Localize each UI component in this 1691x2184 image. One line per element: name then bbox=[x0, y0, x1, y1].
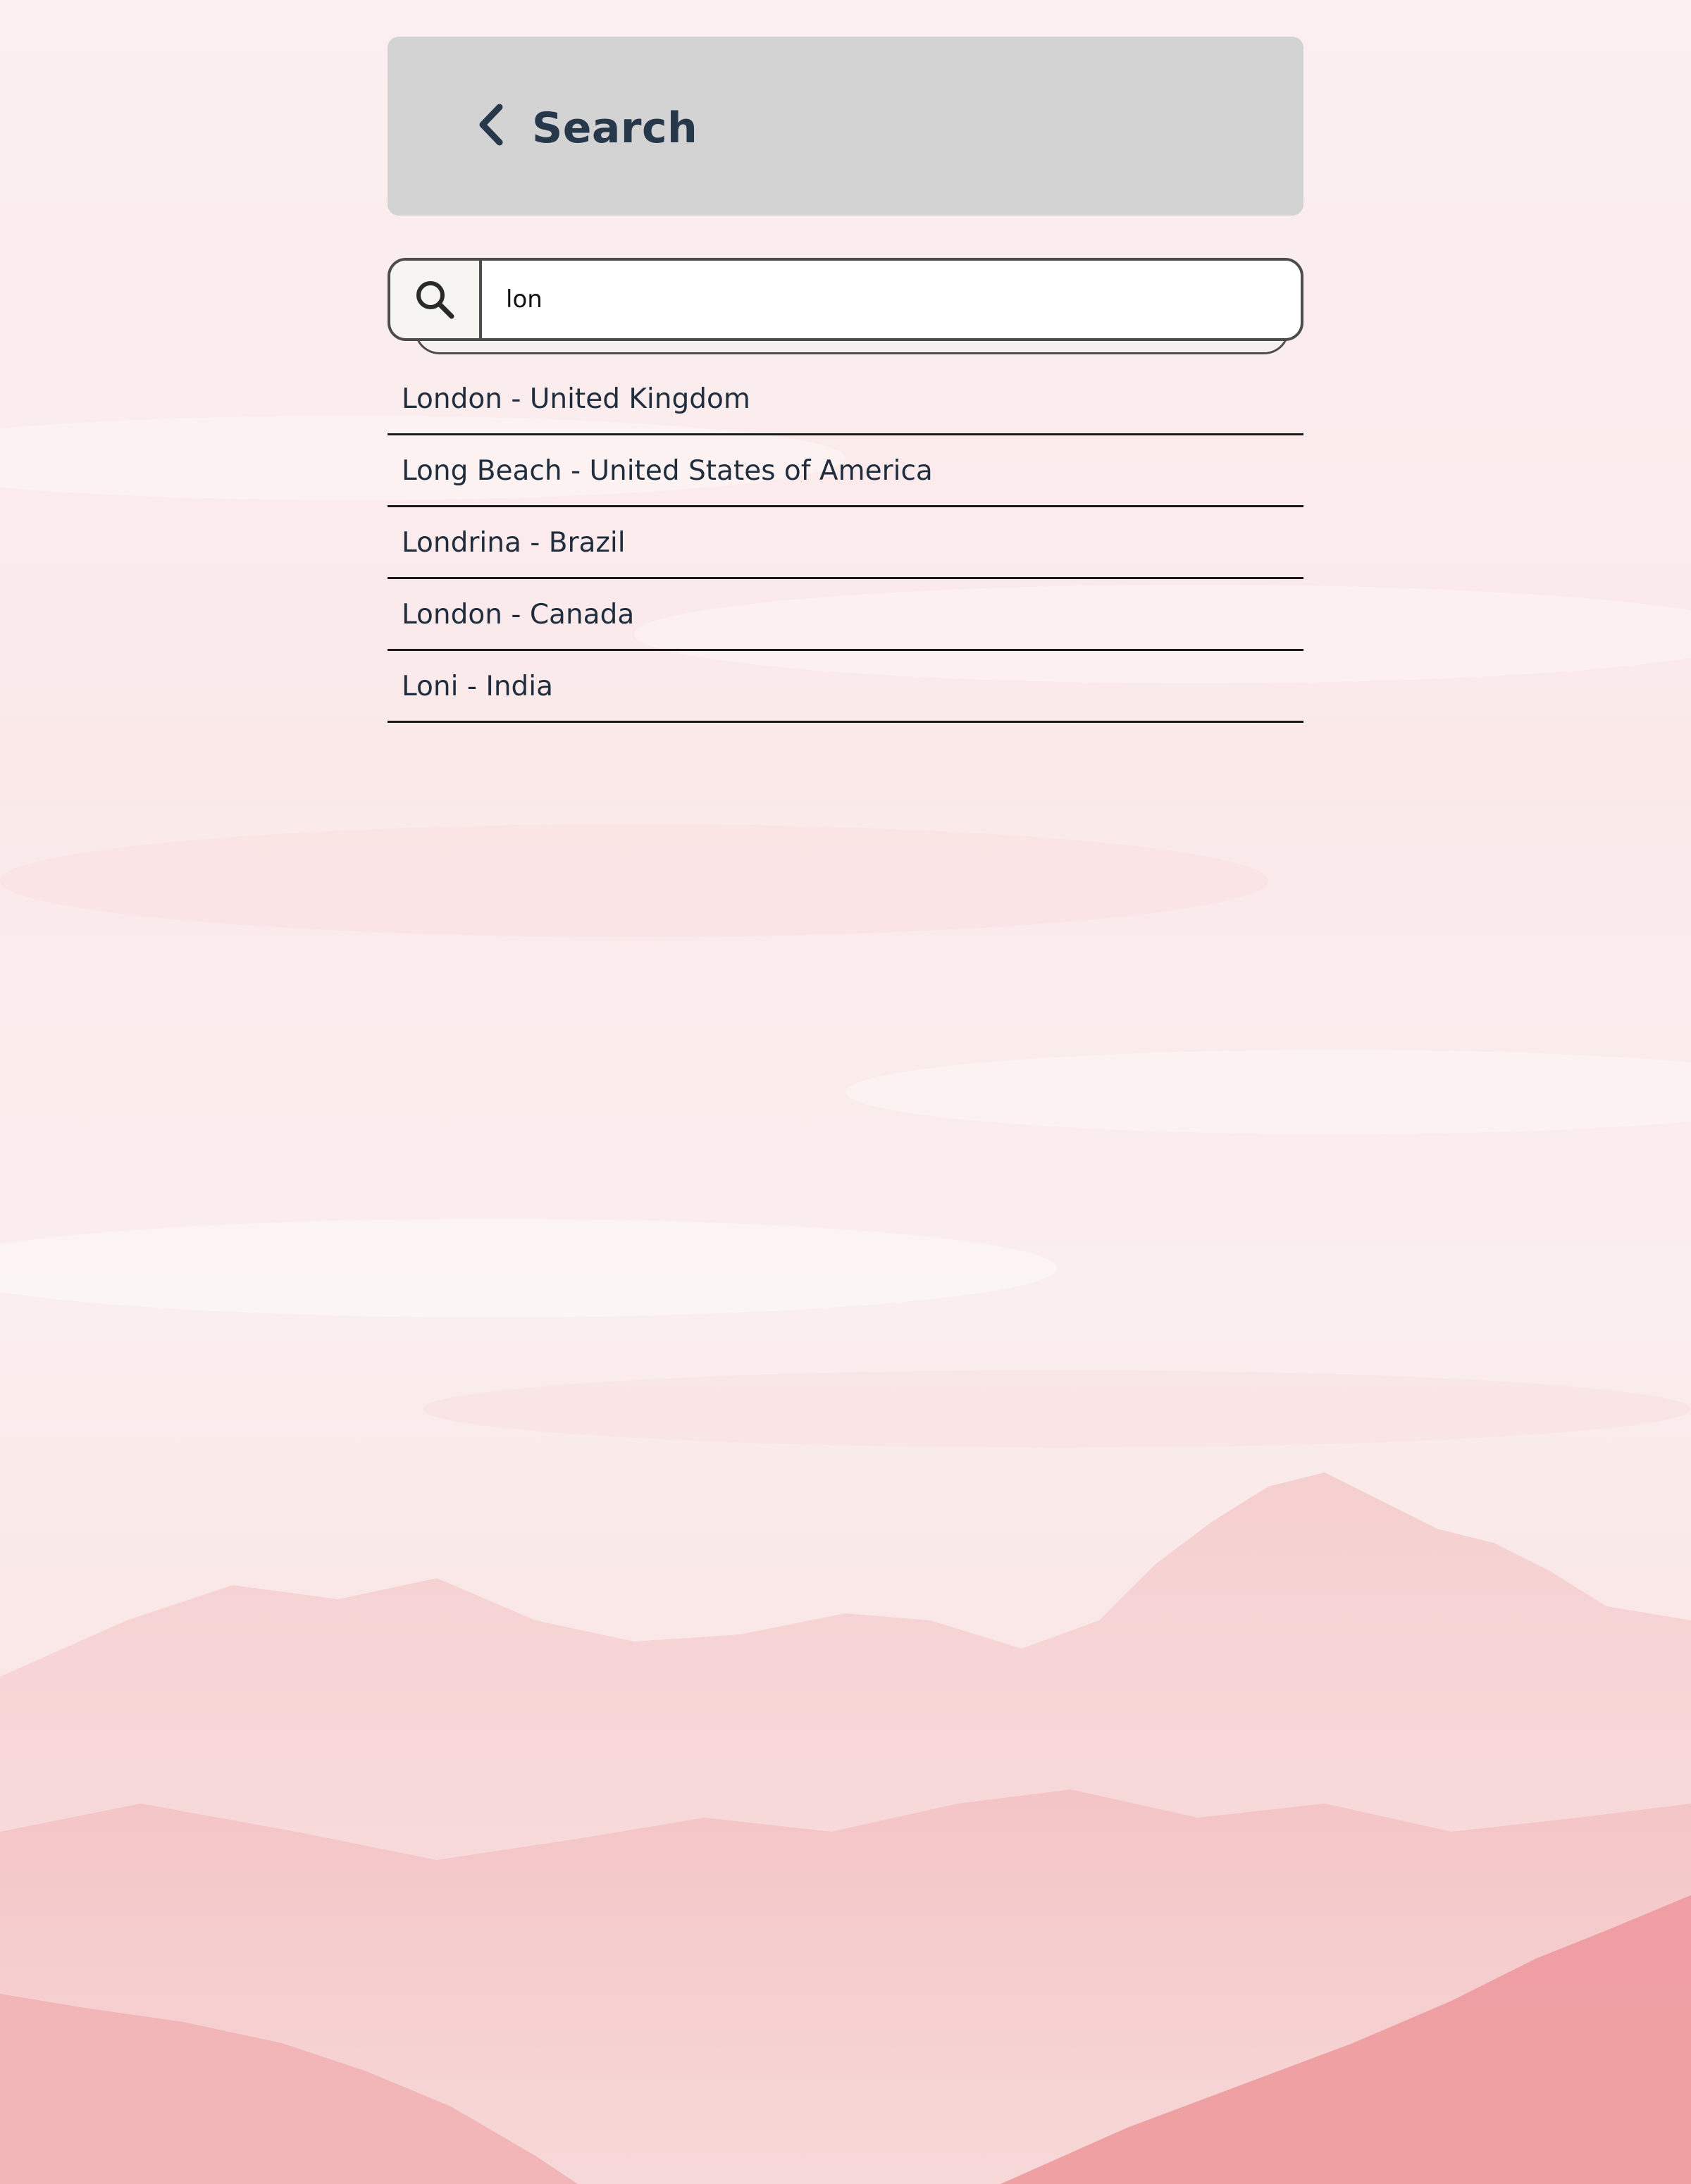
page-title: Search bbox=[532, 104, 698, 153]
result-item-london-uk[interactable]: London - United Kingdom bbox=[388, 365, 1303, 435]
search-icon bbox=[416, 281, 454, 319]
header-bar: Search bbox=[388, 37, 1303, 216]
result-item-london-canada[interactable]: London - Canada bbox=[388, 581, 1303, 651]
search-icon-container[interactable] bbox=[390, 261, 482, 338]
result-item-londrina-brazil[interactable]: Londrina - Brazil bbox=[388, 509, 1303, 579]
back-button[interactable] bbox=[458, 93, 521, 156]
search-bar bbox=[388, 258, 1303, 341]
result-item-loni-india[interactable]: Loni - India bbox=[388, 652, 1303, 723]
chevron-left-icon bbox=[479, 104, 503, 146]
search-input[interactable] bbox=[482, 261, 1301, 338]
results-list: London - United Kingdom Long Beach - Uni… bbox=[388, 365, 1303, 724]
result-item-long-beach-usa[interactable]: Long Beach - United States of America bbox=[388, 437, 1303, 507]
